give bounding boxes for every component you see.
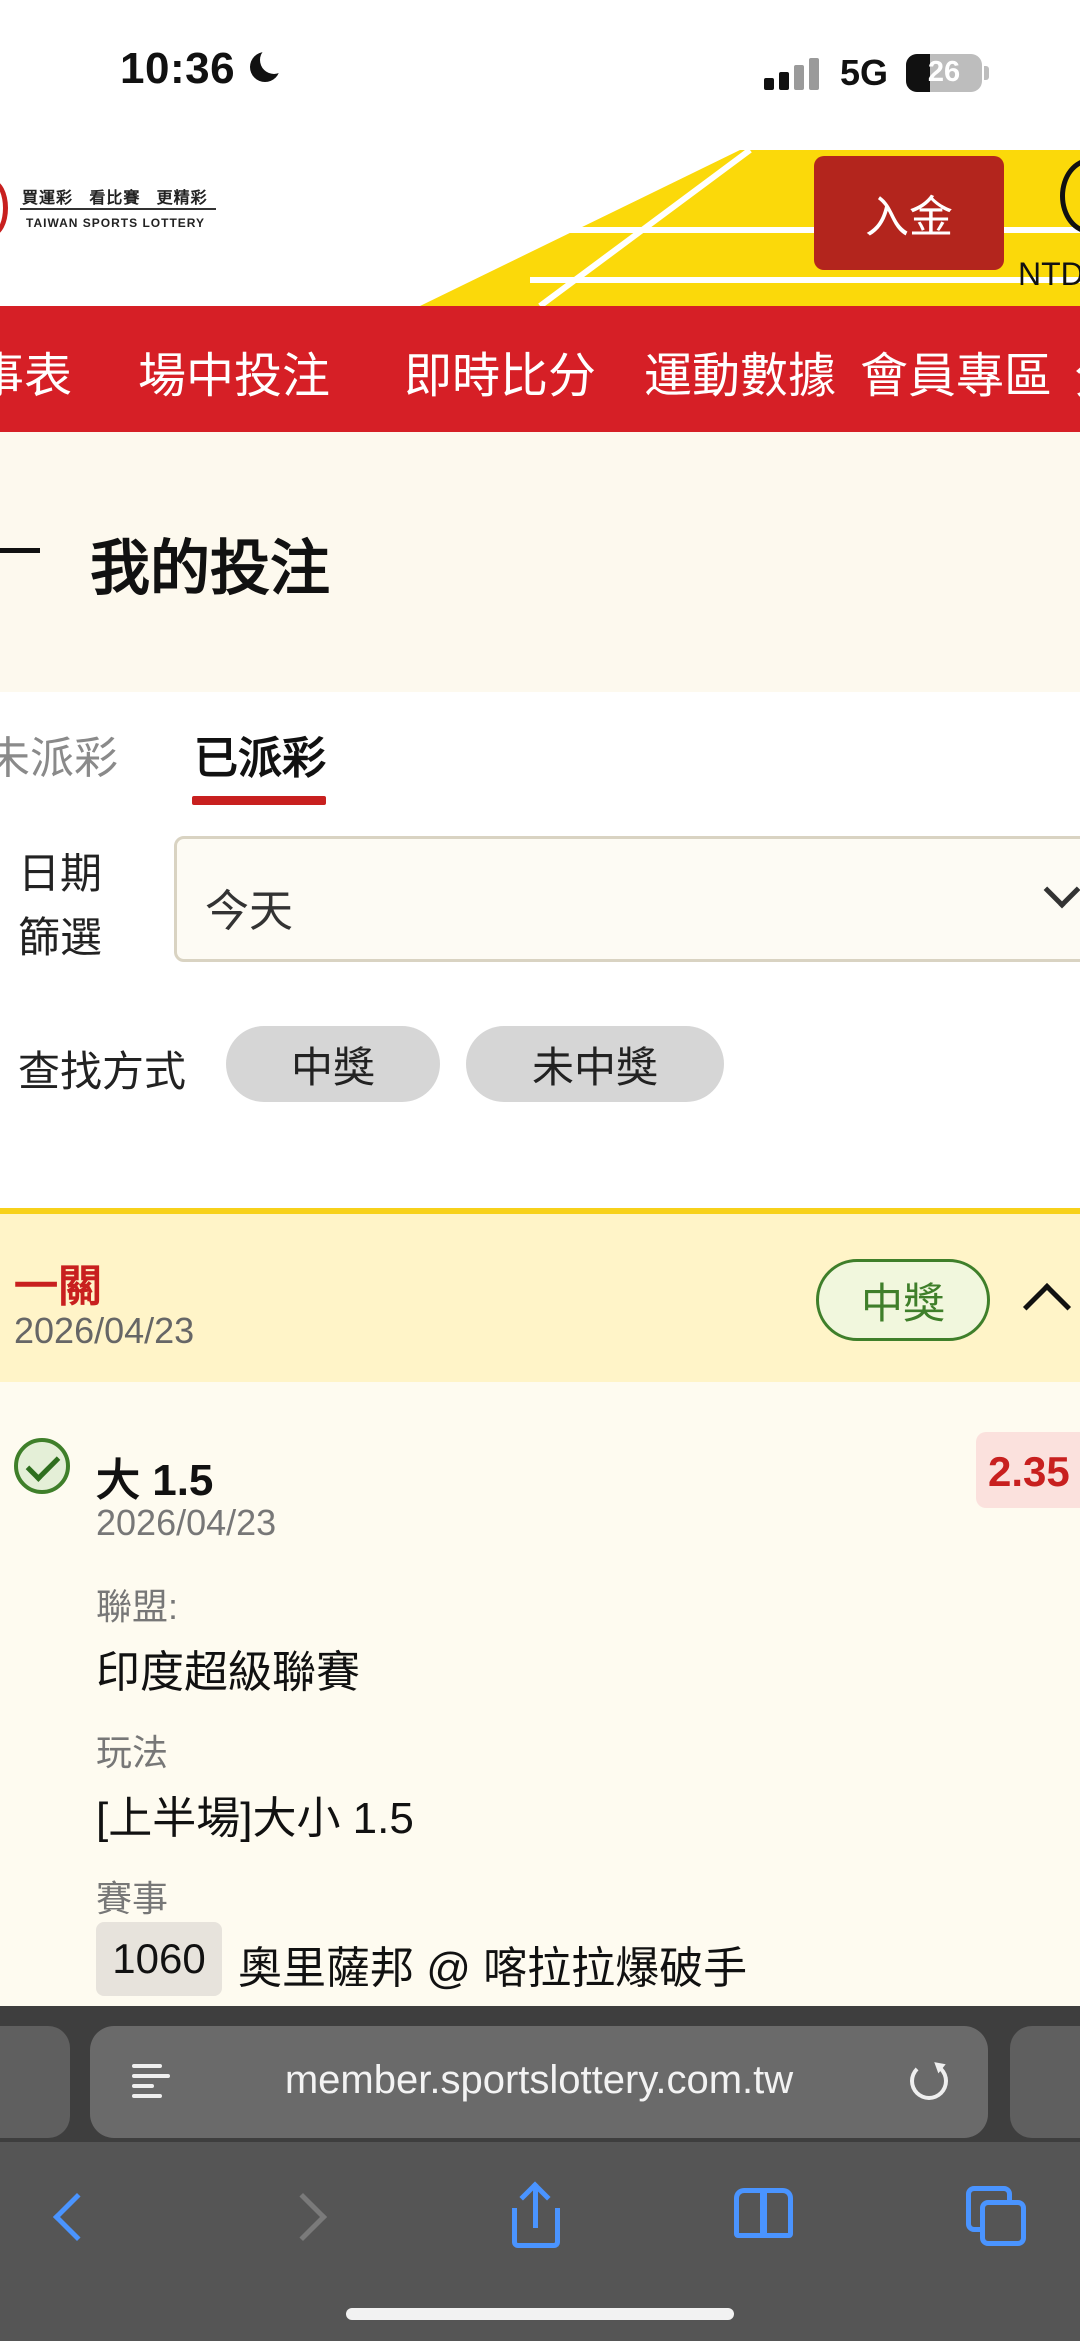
logo-name: TAIWAN SPORTS LOTTERY bbox=[26, 216, 205, 230]
main-nav: 事表 場中投注 即時比分 運動數據 會員專區 分 bbox=[0, 306, 1080, 432]
battery-icon: 26 bbox=[906, 54, 982, 92]
url-text: member.sportslottery.com.tw bbox=[284, 2058, 794, 2102]
match-number: 1060 bbox=[96, 1922, 222, 1996]
league-value: 印度超級聯賽 bbox=[96, 1648, 360, 1697]
date-filter-select[interactable]: 今天 bbox=[174, 836, 1080, 962]
league-label: 聯盟: bbox=[96, 1586, 179, 1627]
event-label: 賽事 bbox=[96, 1878, 169, 1919]
reload-icon[interactable] bbox=[910, 2062, 948, 2100]
page-title: 我的投注 bbox=[90, 535, 330, 602]
nav-item-sports-data[interactable]: 運動數據 bbox=[644, 336, 836, 406]
chevron-down-icon bbox=[1043, 871, 1080, 909]
status-time: 10:36 bbox=[120, 44, 236, 93]
market-label: 玩法 bbox=[96, 1732, 169, 1773]
active-tab-indicator bbox=[192, 796, 326, 805]
status-bar: 10:36 5G 26 bbox=[0, 0, 1080, 140]
selection-name: 大 1.5 bbox=[96, 1456, 214, 1505]
nav-item-member-area[interactable]: 會員專區 bbox=[860, 336, 1052, 406]
tabs-icon[interactable] bbox=[966, 2186, 1030, 2250]
back-icon[interactable] bbox=[52, 2192, 102, 2242]
filter-chip-won[interactable]: 中獎 bbox=[226, 1026, 440, 1102]
nav-item-more[interactable]: 分 bbox=[1074, 336, 1080, 406]
battery-cap bbox=[984, 66, 989, 80]
battery-level: 26 bbox=[927, 56, 961, 88]
address-bar[interactable]: member.sportslottery.com.tw bbox=[90, 2026, 988, 2138]
date-filter-label: 日期篩選 bbox=[18, 850, 103, 961]
logo-mark bbox=[0, 180, 8, 236]
moon-icon bbox=[250, 46, 288, 82]
forward-icon[interactable] bbox=[278, 2192, 328, 2242]
filter-chip-lost[interactable]: 未中獎 bbox=[466, 1026, 724, 1102]
nav-item-live-betting[interactable]: 場中投注 bbox=[138, 336, 330, 406]
share-icon[interactable] bbox=[508, 2181, 564, 2250]
nav-item-live-scores[interactable]: 即時比分 bbox=[404, 336, 596, 406]
bet-date: 2026/04/23 bbox=[14, 1310, 195, 1351]
logo-slogan: 買運彩 看比賽 更精彩 bbox=[22, 190, 208, 207]
logo-divider bbox=[20, 208, 216, 210]
signal-icon bbox=[764, 56, 824, 90]
tab-paid[interactable]: 已派彩 bbox=[194, 722, 326, 786]
deposit-button[interactable]: 入金 bbox=[814, 156, 1004, 270]
check-circle-icon bbox=[14, 1438, 70, 1494]
next-tab-preview[interactable] bbox=[1010, 2026, 1080, 2138]
home-indicator bbox=[346, 2308, 734, 2320]
site-header: 買運彩 看比賽 更精彩 TAIWAN SPORTS LOTTERY 入金 NTD bbox=[0, 140, 1080, 306]
market-value: [上半場]大小 1.5 bbox=[96, 1794, 414, 1843]
nav-item-schedule[interactable]: 事表 bbox=[0, 336, 72, 406]
title-decoration bbox=[0, 548, 40, 553]
search-mode-label: 查找方式 bbox=[18, 1048, 187, 1095]
selection-date: 2026/04/23 bbox=[96, 1502, 277, 1543]
odds-badge: 2.35 bbox=[976, 1432, 1080, 1508]
tab-unpaid[interactable]: 未派彩 bbox=[0, 722, 118, 786]
network-type: 5G bbox=[840, 52, 889, 93]
date-filter-value: 今天 bbox=[205, 887, 293, 936]
match-name: 奧里薩邦 @ 喀拉拉爆破手 bbox=[238, 1944, 748, 1993]
bookmarks-icon[interactable] bbox=[734, 2188, 796, 2244]
currency-label: NTD bbox=[1018, 256, 1080, 292]
status-badge: 中獎 bbox=[816, 1259, 990, 1341]
bet-type: 一關 bbox=[14, 1262, 102, 1311]
previous-tab-preview[interactable] bbox=[0, 2026, 70, 2138]
